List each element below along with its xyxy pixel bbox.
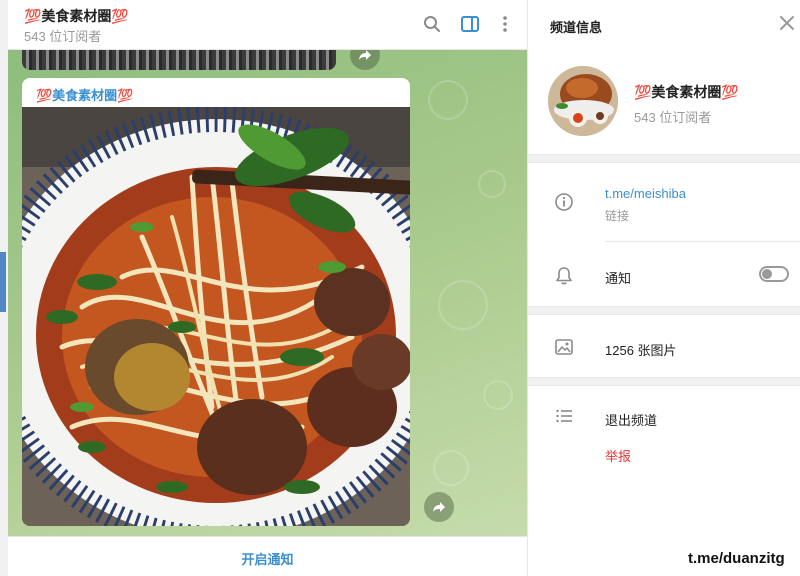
watermark-text: t.me/duanzitg (688, 550, 785, 567)
message-bubble[interactable]: 💯美食素材圈💯 (22, 78, 410, 526)
more-menu-button[interactable] (494, 13, 516, 35)
avatar-food-image (548, 66, 618, 136)
chat-subscriber-count: 543 位订阅者 (24, 29, 102, 44)
panel-title: 频道信息 (550, 20, 603, 35)
channel-link[interactable]: t.me/meishiba (605, 186, 686, 201)
report-button[interactable]: 举报 (605, 446, 631, 465)
section-separator (528, 154, 800, 163)
more-vertical-icon (503, 16, 507, 32)
search-button[interactable] (421, 13, 443, 35)
bg-doodle (438, 280, 488, 330)
bg-doodle (478, 170, 506, 198)
message-author[interactable]: 💯美食素材圈💯 (36, 85, 133, 104)
chat-column: 💯美食素材圈💯 543 位订阅者 💯美食素材圈💯 开启通知 (8, 0, 527, 576)
toggle-info-panel-button[interactable] (459, 13, 481, 35)
enable-notifications-button[interactable]: 开启通知 (8, 537, 527, 576)
left-edge-accent (0, 252, 6, 312)
bg-doodle (433, 450, 469, 486)
bg-doodle (428, 80, 468, 120)
channel-info-panel: 频道信息 💯美食素材圈💯 543 位订阅者 t.me/meishiba 链接 通… (527, 0, 800, 576)
close-icon[interactable] (778, 14, 796, 32)
photo-icon (555, 339, 573, 355)
channel-link-caption: 链接 (605, 209, 630, 223)
chat-background: 💯美食素材圈💯 (8, 50, 527, 536)
divider (605, 241, 800, 242)
section-separator (528, 306, 800, 315)
chat-title[interactable]: 💯美食素材圈💯 (24, 6, 129, 26)
chat-header: 💯美食素材圈💯 543 位订阅者 (8, 0, 527, 50)
section-separator (528, 377, 800, 386)
bg-doodle (483, 380, 513, 410)
forward-button[interactable] (424, 492, 454, 522)
noodle-bowl-photo (22, 107, 410, 526)
chat-footer: 开启通知 (8, 536, 527, 576)
info-icon (555, 193, 573, 211)
list-icon (556, 409, 572, 423)
message-photo[interactable] (22, 107, 410, 526)
sidebar-toggle-icon (461, 16, 479, 32)
media-photos-row[interactable]: 1256 张图片 (605, 340, 677, 359)
notifications-label: 通知 (605, 271, 632, 286)
previous-message-photo[interactable] (22, 50, 336, 70)
leave-channel-button[interactable]: 退出频道 (605, 410, 657, 429)
channel-avatar[interactable] (548, 66, 618, 136)
forward-button-previous[interactable] (350, 50, 380, 70)
bell-icon (556, 267, 572, 285)
telegram-window: 💯美食素材圈💯 543 位订阅者 💯美食素材圈💯 开启通知 频道信息 💯美食素材… (0, 0, 800, 576)
forward-icon (433, 502, 445, 512)
channel-name: 💯美食素材圈💯 (634, 84, 739, 100)
forward-icon (359, 50, 371, 60)
notifications-toggle[interactable] (759, 266, 789, 282)
channel-subscriber-count: 543 位订阅者 (634, 110, 712, 125)
search-icon (424, 16, 440, 32)
toggle-knob (762, 269, 772, 279)
